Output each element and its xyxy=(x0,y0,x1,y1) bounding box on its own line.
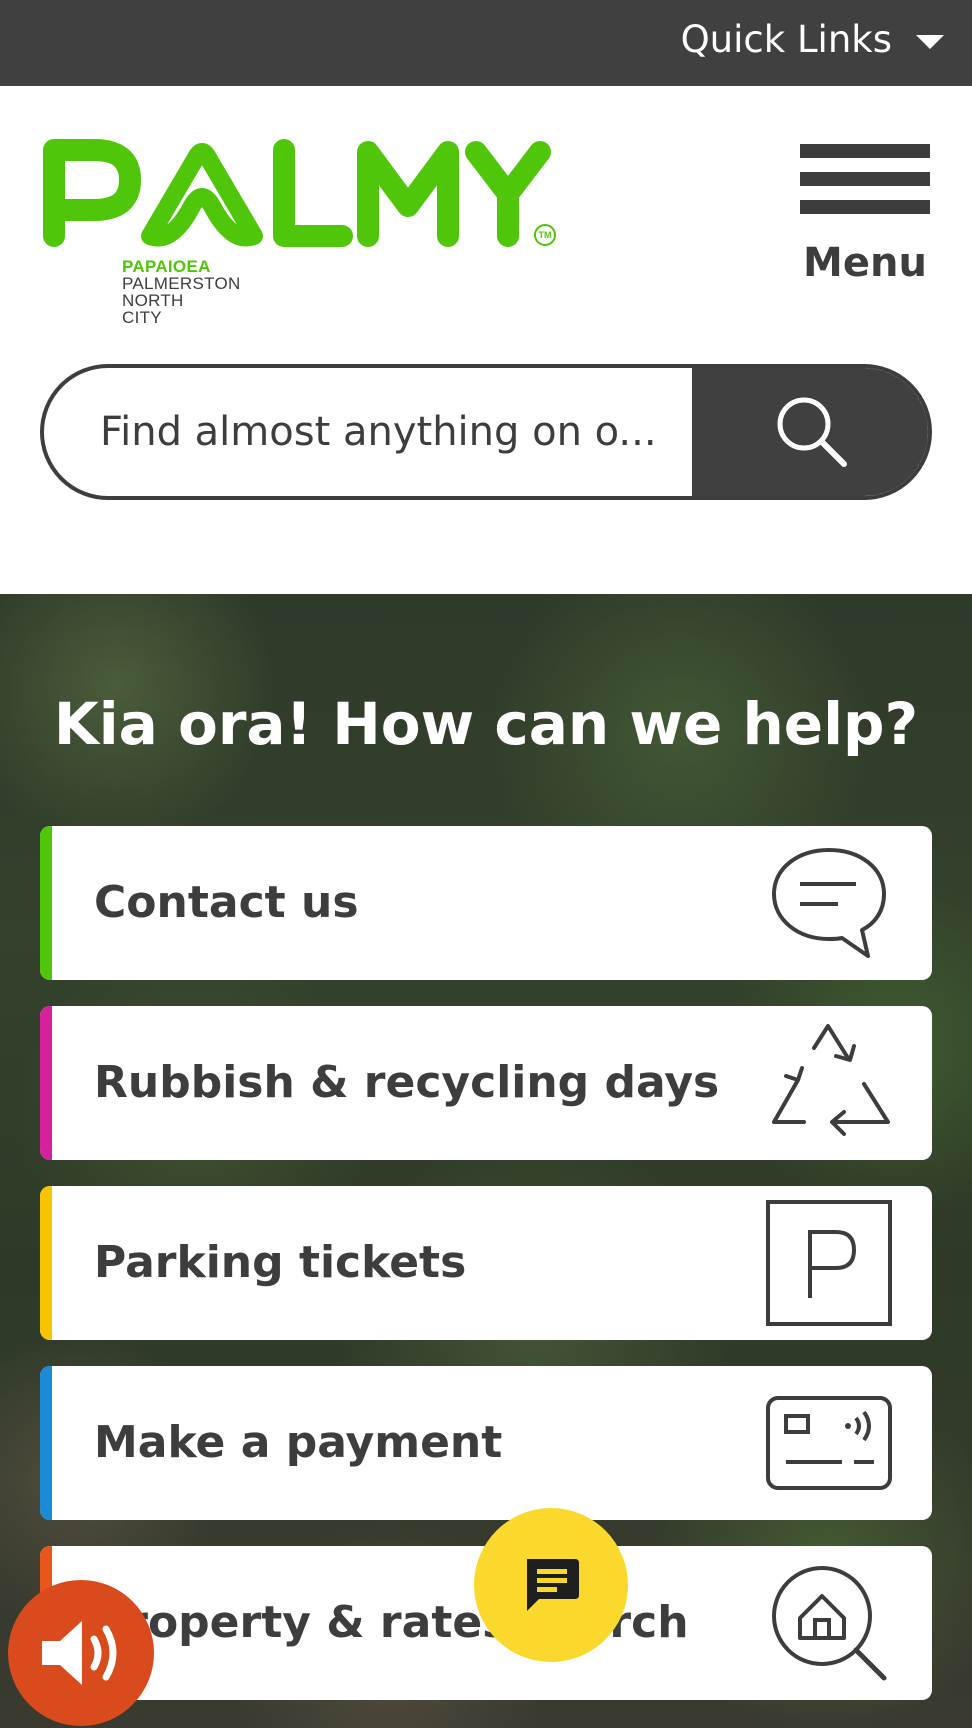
card-label: Rubbish & recycling days xyxy=(94,1057,720,1108)
search-bar xyxy=(40,364,932,500)
make-payment-card[interactable]: Make a payment xyxy=(40,1366,932,1520)
tagline-maori: PAPAIOEA xyxy=(122,257,211,276)
search-input[interactable] xyxy=(44,368,692,496)
tagline-line-1: PALMERSTON xyxy=(122,274,241,293)
tagline-line-2: NORTH xyxy=(122,291,184,310)
card-accent xyxy=(40,1186,52,1340)
parking-sign-icon xyxy=(766,1200,892,1326)
tagline-line-3: CITY xyxy=(122,308,162,327)
site-header: TM PAPAIOEA PALMERSTON NORTH CITY Menu xyxy=(0,86,972,594)
palmy-wordmark xyxy=(43,139,551,247)
chat-button[interactable] xyxy=(474,1508,628,1662)
card-label: Parking tickets xyxy=(94,1237,467,1288)
palmy-logo[interactable]: TM PAPAIOEA PALMERSTON NORTH CITY xyxy=(42,136,562,336)
card-label: Make a payment xyxy=(94,1417,503,1468)
card-accent xyxy=(40,826,52,980)
speech-bubble-icon xyxy=(772,848,886,958)
recycle-icon xyxy=(772,1024,890,1136)
quick-links-label: Quick Links xyxy=(680,18,892,61)
audio-reader-button[interactable] xyxy=(8,1580,154,1726)
trademark-badge: TM xyxy=(534,224,556,246)
hamburger-bar-icon xyxy=(800,200,930,214)
menu-label: Menu xyxy=(803,240,927,286)
contact-us-card[interactable]: Contact us xyxy=(40,826,932,980)
caret-down-icon xyxy=(916,34,944,49)
logo-tagline: PAPAIOEA PALMERSTON NORTH CITY xyxy=(122,258,241,326)
hamburger-bar-icon xyxy=(800,172,930,186)
rubbish-recycling-card[interactable]: Rubbish & recycling days xyxy=(40,1006,932,1160)
card-label: Contact us xyxy=(94,877,359,928)
house-search-icon xyxy=(772,1566,887,1681)
hero-title: Kia ora! How can we help? xyxy=(53,690,919,758)
parking-tickets-card[interactable]: Parking tickets xyxy=(40,1186,932,1340)
payment-card-icon xyxy=(766,1396,892,1490)
card-accent xyxy=(40,1006,52,1160)
speaker-icon xyxy=(42,1621,117,1685)
menu-button[interactable]: Menu xyxy=(798,138,930,288)
search-button[interactable] xyxy=(692,368,928,496)
chat-message-icon xyxy=(527,1559,579,1611)
card-accent xyxy=(40,1366,52,1520)
quick-links-dropdown[interactable]: Quick Links xyxy=(681,18,944,61)
search-icon xyxy=(777,397,847,467)
hamburger-bar-icon xyxy=(800,144,930,158)
top-bar: Quick Links xyxy=(0,0,972,86)
